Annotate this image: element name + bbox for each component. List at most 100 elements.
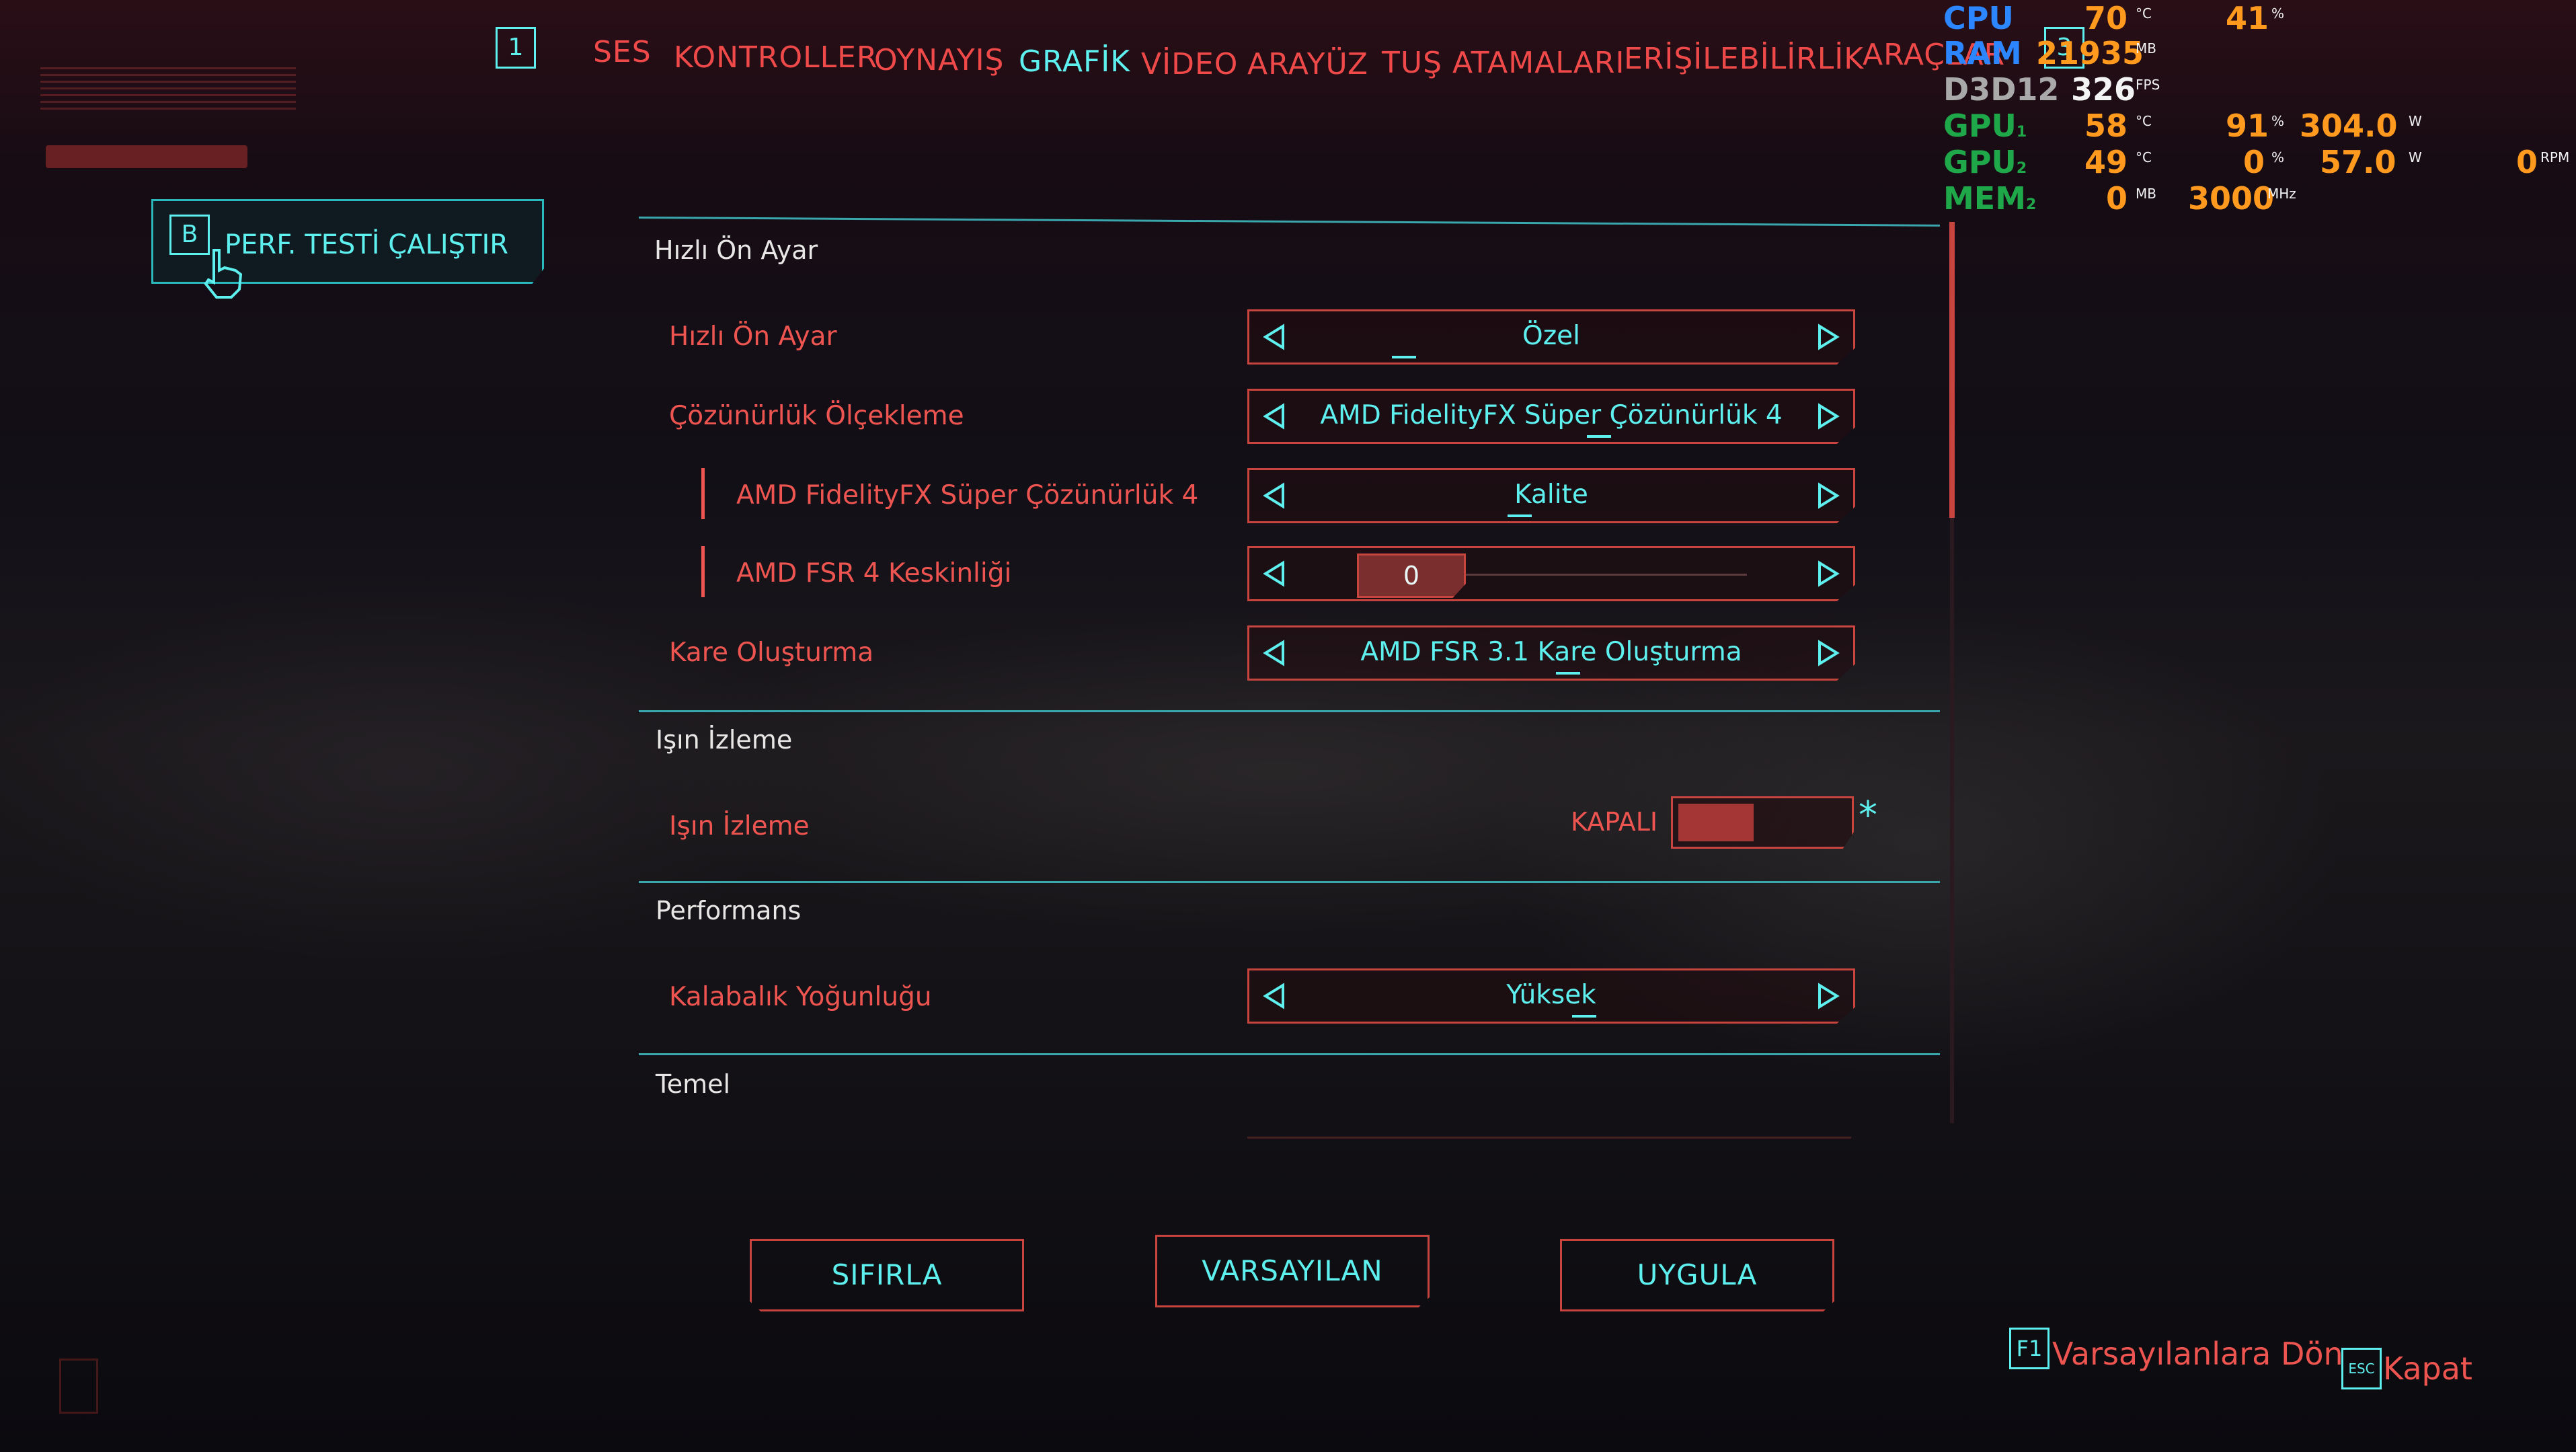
hud-gpu1-power: 304.0 <box>2300 108 2398 144</box>
ray-tracing-label: Işın İzleme <box>669 811 810 841</box>
chevron-right-icon[interactable] <box>1817 403 1841 430</box>
hud-cpu-load-unit: % <box>2271 5 2285 22</box>
crowd-density-selector[interactable]: Yüksek <box>1247 968 1855 1024</box>
tab-interface[interactable]: ARAYÜZ <box>1247 47 1368 81</box>
chevron-left-icon[interactable] <box>1261 560 1286 587</box>
hud-gpu2-label: GPU2 <box>1943 144 2027 180</box>
quick-preset-label: Hızlı Ön Ayar <box>669 321 837 352</box>
tab-graphics[interactable]: GRAFİK <box>1019 44 1130 79</box>
frame-generation-selector[interactable]: AMD FSR 3.1 Kare Oluşturma <box>1247 625 1855 681</box>
chevron-left-icon[interactable] <box>1261 482 1286 509</box>
hud-gpu2-sub: 2 <box>2016 160 2027 177</box>
hud-gpu2-temp: 49 <box>2084 144 2128 180</box>
sub-setting-indicator <box>701 546 705 597</box>
fsr4-selector[interactable]: Kalite <box>1247 468 1855 523</box>
fsr4-sharpness-slider[interactable]: 0 <box>1247 546 1855 601</box>
decor-glitch-lines <box>40 67 296 114</box>
hud-gpu2-fan: 0 <box>2516 144 2538 180</box>
tab-audio[interactable]: SES <box>593 35 652 69</box>
prev-tab-key-label: 1 <box>508 34 524 61</box>
hud-gpu2-temp-unit: °C <box>2136 149 2152 165</box>
esc-key-label: ESC <box>2348 1361 2375 1377</box>
hud-gpu2-power: 57.0 <box>2320 144 2396 180</box>
hud-mem2-clock: 3000 <box>2188 180 2275 217</box>
resolution-scaling-value: AMD FidelityFX Süper Çözünürlük 4 <box>1320 400 1783 430</box>
hud-mem2-label: MEM2 <box>1943 180 2036 217</box>
hud-gpu1-temp-unit: °C <box>2136 113 2152 129</box>
chevron-right-icon[interactable] <box>1817 482 1841 509</box>
tab-video[interactable]: VİDEO <box>1141 47 1238 81</box>
chevron-right-icon[interactable] <box>1817 640 1841 666</box>
chevron-left-icon[interactable] <box>1261 983 1286 1009</box>
selector-position-indicator <box>1508 514 1532 517</box>
quick-preset-selector[interactable]: Özel <box>1247 309 1855 365</box>
tab-accessibility[interactable]: ERİŞİLEBİLİRLİK <box>1624 42 1864 76</box>
hud-gpu1-name: GPU <box>1943 108 2017 144</box>
f1-key-label: F1 <box>2016 1336 2043 1361</box>
hud-fps-unit: FPS <box>2136 77 2160 93</box>
hud-gpu1-temp: 58 <box>2084 108 2128 144</box>
defaults-button[interactable]: VARSAYILAN <box>1155 1235 1430 1307</box>
prev-tab-key[interactable]: 1 <box>496 27 536 69</box>
benchmark-key-label: B <box>181 221 198 248</box>
hud-mem2-value: 0 <box>2106 180 2128 217</box>
reset-button[interactable]: SIFIRLA <box>750 1239 1024 1311</box>
section-title-basic: Temel <box>656 1069 731 1099</box>
chevron-right-icon[interactable] <box>1817 560 1841 587</box>
selector-position-indicator <box>1556 672 1580 675</box>
tab-key-bindings[interactable]: TUŞ ATAMALARI <box>1382 46 1625 80</box>
esc-key[interactable]: ESC <box>2341 1348 2382 1389</box>
hud-gpu2-load-unit: % <box>2271 149 2285 165</box>
fsr4-value: Kalite <box>1514 480 1588 510</box>
sub-setting-indicator <box>701 468 705 519</box>
hud-gpu2-fan-unit: RPM <box>2540 149 2570 165</box>
hud-ram-value: 21935 <box>2036 35 2144 71</box>
hud-ram-unit: MB <box>2136 40 2156 56</box>
ray-tracing-toggle[interactable] <box>1671 796 1854 849</box>
chevron-right-icon[interactable] <box>1817 983 1841 1009</box>
frame-generation-label: Kare Oluşturma <box>669 638 874 668</box>
hud-mem2-name: MEM <box>1943 180 2026 217</box>
tab-controls[interactable]: KONTROLLER <box>674 40 877 75</box>
scrollbar-thumb[interactable] <box>1949 222 1955 518</box>
decor-logo-badge <box>59 1359 98 1414</box>
settings-screen: 1 SES KONTROLLER OYNAYIŞ GRAFİK VİDEO AR… <box>0 0 2576 1452</box>
hud-cpu-temp: 70 <box>2084 0 2128 36</box>
resolution-scaling-label: Çözünürlük Ölçekleme <box>669 401 964 431</box>
hud-mem2-clock-unit: MHz <box>2267 186 2296 202</box>
frame-generation-value: AMD FSR 3.1 Kare Oluşturma <box>1360 637 1742 667</box>
f1-key[interactable]: F1 <box>2009 1328 2050 1369</box>
chevron-left-icon[interactable] <box>1261 323 1286 350</box>
benchmark-label: PERF. TESTİ ÇALIŞTIR <box>225 229 509 260</box>
close-hint[interactable]: Kapat <box>2383 1350 2472 1387</box>
hud-gpu1-power-unit: W <box>2409 113 2422 129</box>
hud-mem2-unit: MB <box>2136 186 2156 202</box>
chevron-right-icon[interactable] <box>1817 323 1841 350</box>
chevron-left-icon[interactable] <box>1261 640 1286 666</box>
fsr4-label: AMD FidelityFX Süper Çözünürlük 4 <box>736 480 1199 510</box>
hud-gpu1-load: 91 <box>2226 108 2269 144</box>
partially-visible-selector[interactable] <box>1247 1137 1851 1156</box>
hand-cursor-icon <box>199 246 246 300</box>
hud-gpu1-sub: 1 <box>2016 124 2027 141</box>
restore-defaults-hint[interactable]: Varsayılanlara Dön <box>2052 1336 2343 1372</box>
hud-gpu1-label: GPU1 <box>1943 108 2027 144</box>
resolution-scaling-selector[interactable]: AMD FidelityFX Süper Çözünürlük 4 <box>1247 389 1855 444</box>
ray-tracing-state: KAPALI <box>1571 807 1658 837</box>
crowd-density-label: Kalabalık Yoğunluğu <box>669 982 932 1012</box>
slider-thumb[interactable]: 0 <box>1357 553 1466 598</box>
hud-ram-label: RAM <box>1943 35 2022 71</box>
selector-position-indicator <box>1572 1015 1596 1018</box>
selector-position-indicator <box>1587 435 1611 438</box>
tab-gameplay[interactable]: OYNAYIŞ <box>874 43 1004 77</box>
section-divider-basic <box>639 1053 1940 1055</box>
crowd-density-value: Yüksek <box>1506 980 1596 1010</box>
chevron-left-icon[interactable] <box>1261 403 1286 430</box>
quick-preset-value: Özel <box>1522 321 1580 351</box>
apply-button[interactable]: UYGULA <box>1560 1239 1834 1311</box>
hud-fps-value: 326 <box>2071 71 2136 108</box>
section-title-performance: Performans <box>656 896 802 925</box>
hud-gpu1-load-unit: % <box>2271 113 2285 129</box>
decor-red-bar <box>46 145 247 168</box>
requires-restart-asterisk: * <box>1859 794 1877 837</box>
